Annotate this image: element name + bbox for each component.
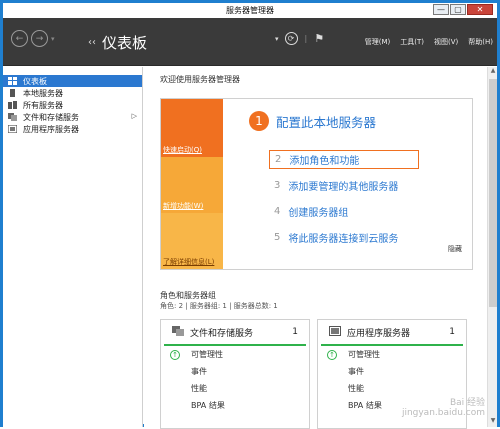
scroll-up-icon[interactable]: ▲ (488, 67, 498, 77)
step-number: 2 (275, 154, 282, 165)
sidebar-item-local-server[interactable]: 本地服务器 (3, 87, 142, 99)
roles-heading: 角色和服务器组 (160, 291, 216, 300)
welcome-heading: 欢迎使用服务器管理器 (160, 75, 240, 84)
sidebar-item-label: 应用程序服务器 (23, 124, 79, 134)
window-title: 服务器管理器 (226, 6, 274, 15)
sidebar-item-label: 本地服务器 (23, 88, 63, 98)
row-label: 可管理性 (191, 350, 223, 359)
watermark: Bai 经验 jingyan.baidu.com (401, 398, 485, 418)
card-row-manageability[interactable]: ↑ 可管理性 (318, 346, 466, 363)
card-row-performance[interactable]: 性能 (318, 380, 466, 397)
card-title: 应用程序服务器 (347, 328, 411, 339)
card-count: 1 (292, 327, 298, 337)
scroll-down-icon[interactable]: ▼ (488, 417, 498, 427)
menu-view[interactable]: 视图(V) (434, 37, 458, 47)
sidebar-item-all-servers[interactable]: 所有服务器 (3, 99, 142, 111)
menu-help[interactable]: 帮助(H) (468, 37, 493, 47)
step-number: 3 (274, 180, 281, 191)
step-number: 5 (274, 232, 281, 243)
card-count: 1 (449, 327, 455, 337)
tile-quick-start[interactable]: 快速启动(Q) (161, 99, 223, 157)
card-row-bpa[interactable]: BPA 结果 (161, 397, 309, 414)
app-server-icon (329, 326, 341, 338)
refresh-icon: ⟳ (287, 34, 295, 43)
step-number: 4 (274, 206, 281, 217)
sidebar-item-label: 仪表板 (23, 76, 47, 86)
dropdown-icon[interactable]: ▾ (275, 35, 279, 43)
step-label[interactable]: 配置此本地服务器 (276, 112, 376, 131)
separator: | (304, 34, 308, 43)
step-add-other-servers[interactable]: 3 添加要管理的其他服务器 (269, 176, 473, 195)
sidebar-item-label: 文件和存储服务 (23, 112, 79, 122)
sidebar-item-app-server[interactable]: 应用程序服务器 (3, 123, 142, 135)
app-window: 服务器管理器 — ▢ ✕ ← → ▾ ‹‹ 仪表板 ▾ ⟳ | ⚑ 管理(M) … (0, 0, 500, 429)
step-configure-local-server[interactable]: 1 配置此本地服务器 (249, 111, 376, 131)
card-row-performance[interactable]: 性能 (161, 380, 309, 397)
back-button[interactable]: ← (11, 30, 28, 47)
tile-learn-more[interactable]: 了解详细信息(L) (161, 213, 223, 269)
row-label: 可管理性 (348, 350, 380, 359)
sidebar: 仪表板 本地服务器 所有服务器 文件和存储服务 ▷ 应用程序服务器 (3, 67, 143, 427)
title-bar: 服务器管理器 — ▢ ✕ (3, 3, 497, 18)
minimize-button[interactable]: — (433, 4, 449, 15)
tile-label[interactable]: 新增功能(W) (163, 201, 203, 211)
menu-manage[interactable]: 管理(M) (365, 37, 391, 47)
vertical-scrollbar[interactable]: ▲ ▼ (487, 67, 497, 427)
server-icon (8, 89, 17, 97)
forward-button[interactable]: → (31, 30, 48, 47)
card-row-events[interactable]: 事件 (318, 363, 466, 380)
notifications-flag-icon[interactable]: ⚑ (314, 32, 324, 45)
back-arrow-icon: ← (15, 33, 24, 44)
app-server-icon (7, 124, 18, 134)
role-card-storage[interactable]: 文件和存储服务 1 ↑ 可管理性 事件 性能 BPA 结果 (160, 319, 310, 429)
step-label[interactable]: 添加角色和功能 (289, 152, 359, 167)
card-row-manageability[interactable]: ↑ 可管理性 (161, 346, 309, 363)
history-dropdown-icon[interactable]: ▾ (51, 35, 55, 43)
storage-icon (8, 113, 17, 121)
sidebar-item-dashboard[interactable]: 仪表板 (3, 75, 142, 87)
close-button[interactable]: ✕ (467, 4, 493, 15)
status-ok-icon: ↑ (170, 349, 180, 360)
tile-label[interactable]: 了解详细信息(L) (163, 257, 214, 267)
breadcrumb-marker: ‹‹ (88, 37, 96, 48)
tile-label[interactable]: 快速启动(Q) (163, 145, 202, 155)
header-bar: ← → ▾ ‹‹ 仪表板 ▾ ⟳ | ⚑ 管理(M) 工具(T) 视图(V) 帮… (3, 18, 497, 66)
step-connect-cloud[interactable]: 5 将此服务器连接到云服务 (269, 228, 473, 247)
card-row-events[interactable]: 事件 (161, 363, 309, 380)
step-label[interactable]: 创建服务器组 (288, 204, 348, 219)
maximize-button[interactable]: ▢ (450, 4, 466, 15)
sidebar-item-storage[interactable]: 文件和存储服务 ▷ (3, 111, 142, 123)
main-content: 欢迎使用服务器管理器 快速启动(Q) 新增功能(W) 了解详细信息(L) 1 配… (144, 67, 487, 429)
step-create-server-group[interactable]: 4 创建服务器组 (269, 202, 473, 221)
quickstart-panel: 快速启动(Q) 新增功能(W) 了解详细信息(L) 1 配置此本地服务器 2 添… (160, 98, 473, 270)
storage-icon (172, 326, 184, 338)
expand-arrow-icon[interactable]: ▷ (132, 112, 137, 120)
scrollbar-thumb[interactable] (489, 79, 497, 307)
roles-summary: 角色: 2 | 服务器组: 1 | 服务器总数: 1 (160, 302, 278, 310)
menu-tools[interactable]: 工具(T) (400, 37, 424, 47)
step-label[interactable]: 将此服务器连接到云服务 (288, 230, 398, 245)
tile-whats-new[interactable]: 新增功能(W) (161, 157, 223, 213)
forward-arrow-icon: → (35, 33, 44, 44)
step-label[interactable]: 添加要管理的其他服务器 (288, 178, 398, 193)
refresh-button[interactable]: ⟳ (284, 32, 298, 45)
dashboard-icon (8, 77, 17, 85)
status-ok-icon: ↑ (327, 349, 337, 360)
step-number-badge: 1 (249, 111, 269, 131)
step-add-roles-features[interactable]: 2 添加角色和功能 (269, 150, 419, 169)
page-title: 仪表板 (102, 34, 148, 52)
hide-link[interactable]: 隐藏 (448, 244, 462, 254)
sidebar-item-label: 所有服务器 (23, 100, 63, 110)
card-title: 文件和存储服务 (190, 328, 254, 339)
servers-icon (8, 101, 17, 109)
